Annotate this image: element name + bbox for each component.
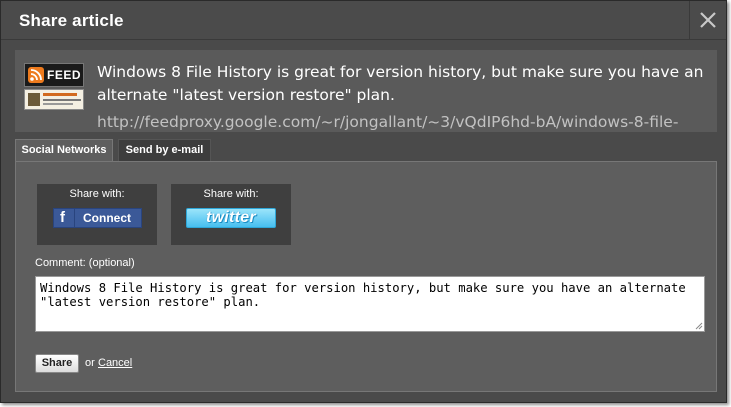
tab-send-by-email[interactable]: Send by e-mail: [118, 139, 211, 161]
facebook-share-heading: Share with:: [69, 188, 125, 200]
facebook-connect-label: Connect: [83, 211, 131, 225]
article-title: Windows 8 File History is great for vers…: [97, 63, 704, 104]
facebook-share-box: Share with: f Connect: [37, 184, 157, 245]
article-url-link[interactable]: http://feedproxy.google.com/~r/jongallan…: [97, 111, 717, 132]
twitter-share-box: Share with: twitter: [171, 184, 291, 245]
comment-label: Comment: (optional): [35, 257, 135, 269]
or-separator: or: [85, 357, 95, 369]
share-article-dialog: Share article FEED Windows 8 File Histor…: [0, 0, 727, 403]
social-networks-panel: Share with: f Connect Share with: twitte…: [15, 161, 717, 392]
tab-social-networks[interactable]: Social Networks: [15, 139, 113, 162]
close-x-icon: [700, 12, 716, 28]
twitter-button[interactable]: twitter: [186, 208, 276, 228]
close-button[interactable]: [689, 1, 726, 39]
comment-textarea[interactable]: Windows 8 File History is great for vers…: [35, 276, 705, 332]
textarea-resize-grip-icon[interactable]: [695, 322, 703, 330]
feed-badge: FEED: [24, 63, 84, 87]
facebook-connect-button[interactable]: f Connect: [53, 208, 142, 228]
facebook-icon: f: [54, 209, 75, 227]
article-preview: FEED Windows 8 File History is great for…: [15, 50, 717, 132]
cancel-link[interactable]: Cancel: [98, 357, 132, 369]
dialog-title: Share article: [19, 11, 124, 30]
share-button[interactable]: Share: [35, 354, 79, 373]
feed-badge-label: FEED: [47, 68, 82, 82]
rss-icon: [28, 67, 44, 83]
dialog-titlebar: Share article: [1, 1, 726, 40]
article-thumbnail: [24, 89, 84, 110]
twitter-share-heading: Share with:: [203, 188, 259, 200]
twitter-logo-label: twitter: [205, 209, 257, 226]
